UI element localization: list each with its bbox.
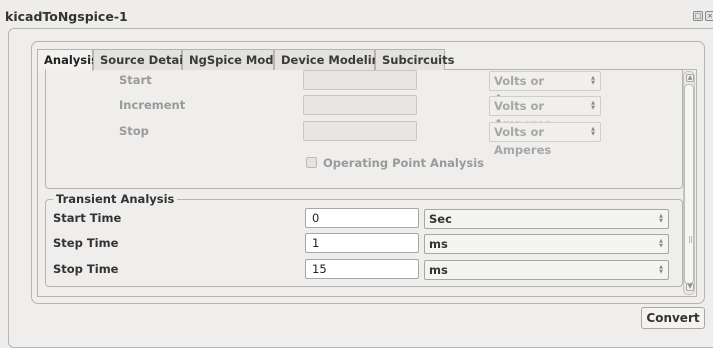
- dc-stop-unit-select[interactable]: Volts or Amperes ▲ ▼: [489, 122, 601, 157]
- start-time-unit-value: Sec: [429, 212, 452, 226]
- tab-analysis[interactable]: Analysis: [37, 49, 98, 71]
- dc-start-label: Start: [119, 73, 152, 87]
- start-time-input[interactable]: 0: [305, 208, 419, 228]
- dc-increment-label: Increment: [119, 98, 186, 112]
- step-time-input[interactable]: 1: [305, 233, 419, 253]
- tab-ngspice-model[interactable]: NgSpice Model: [182, 49, 285, 70]
- dc-increment-unit-select[interactable]: Volts or Amperes ▲▼: [489, 96, 601, 131]
- window-title: kicadToNgspice-1: [5, 9, 128, 24]
- spin-arrows-icon: ▲ ▼: [591, 100, 595, 111]
- spin-arrows-icon: ▲ ▼: [591, 126, 595, 137]
- spin-arrows-icon: ▲ ▼: [591, 75, 595, 86]
- close-icon[interactable]: ×: [705, 11, 713, 21]
- stop-time-label: Stop Time: [53, 262, 119, 276]
- operating-point-checkbox[interactable]: [306, 157, 317, 168]
- transient-analysis-title: Transient Analysis: [53, 192, 178, 206]
- step-time-unit-value: ms: [429, 237, 448, 251]
- dc-stop-unit-value: Volts or Amperes: [494, 125, 552, 157]
- tab-device-modeling[interactable]: Device Modeling: [274, 49, 388, 70]
- step-time-unit-select[interactable]: ms ▲ ▼: [424, 234, 669, 254]
- stop-time-input[interactable]: 15: [305, 259, 419, 279]
- restore-icon[interactable]: □: [693, 11, 703, 21]
- spin-arrows-icon: ▲ ▼: [659, 213, 663, 224]
- scroll-down-icon[interactable]: ▼: [686, 283, 694, 291]
- scrollbar-grip-icon: [689, 236, 692, 243]
- spin-arrows-icon: ▲ ▼: [659, 238, 663, 249]
- start-time-unit-select[interactable]: Sec ▲ ▼: [424, 209, 669, 229]
- dc-increment-input[interactable]: [303, 95, 417, 115]
- scrollbar-thumb[interactable]: [684, 84, 694, 284]
- stop-time-unit-select[interactable]: ms ▲ ▼: [424, 260, 669, 280]
- convert-button[interactable]: Convert: [641, 307, 705, 329]
- scroll-up-icon[interactable]: ▲: [686, 74, 694, 82]
- step-time-label: Step Time: [53, 236, 119, 250]
- tab-source-details[interactable]: Source Details: [93, 49, 194, 70]
- dc-start-unit-select[interactable]: Volts or Amperes ▲▼: [489, 71, 601, 106]
- operating-point-label: Operating Point Analysis: [323, 156, 484, 170]
- dc-stop-label: Stop: [119, 124, 149, 138]
- tab-subcircuits[interactable]: Subcircuits: [375, 49, 454, 70]
- dc-start-input[interactable]: [303, 70, 417, 90]
- start-time-label: Start Time: [53, 211, 122, 225]
- dc-stop-input[interactable]: [303, 121, 417, 141]
- stop-time-unit-value: ms: [429, 263, 448, 277]
- spin-arrows-icon: ▲ ▼: [659, 264, 663, 275]
